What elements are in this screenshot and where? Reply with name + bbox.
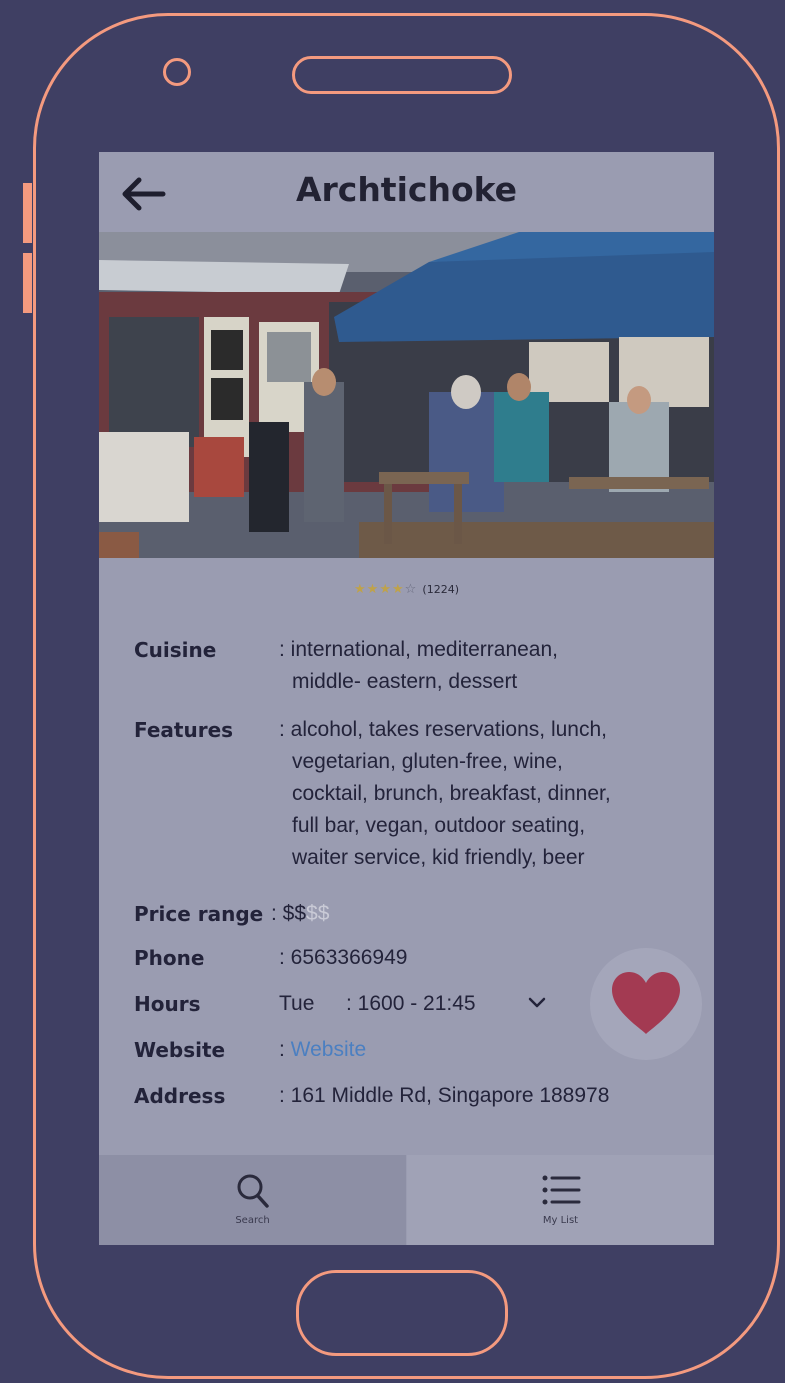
tab-my-list[interactable]: My List [407,1155,714,1245]
rating-summary: ★★★★☆ (1224) [99,582,714,597]
home-button[interactable] [296,1270,508,1356]
cuisine-label: Cuisine [134,638,217,662]
heart-icon [612,972,680,1034]
address-value: : 161 Middle Rd, Singapore 188978 [279,1084,610,1107]
speaker-grille [292,56,512,94]
review-count: (1224) [422,583,459,596]
price-active: $$ [282,902,307,925]
price-label: Price range [134,902,264,926]
price-prefix: : [271,902,283,925]
search-icon [237,1174,269,1208]
cuisine-line: : international, mediterranean, [279,638,558,661]
app-screen: Archtichoke ★★★★☆ (1224) Cuisine: inter… [99,152,714,1245]
features-value: : alcohol, takes reservations, lunch, ve… [279,714,699,874]
features-line: : alcohol, takes reservations, lunch, [279,718,608,741]
features-line: vegetarian, gluten-free, wine, [292,750,563,773]
bottom-tab-bar: Search My List [99,1155,714,1245]
phone-label: Phone [134,946,205,970]
cuisine-line: middle- eastern, dessert [292,670,518,693]
chevron-down-icon[interactable] [528,997,546,1009]
star-rating: ★★★★☆ [354,582,422,597]
features-line: waiter service, kid friendly, beer [292,846,585,869]
favorite-button[interactable] [590,948,702,1060]
page-title: Archtichoke [295,170,518,209]
features-line: cocktail, brunch, breakfast, dinner, [292,782,611,805]
volume-up-button [23,183,32,243]
features-label: Features [134,718,234,742]
tab-search-label: Search [235,1215,270,1226]
price-value: : $$$$ [271,898,691,930]
star-filled-icon: ★ [354,582,367,597]
tab-my-list-label: My List [542,1215,579,1226]
list-icon [542,1175,580,1205]
address-label: Address [134,1084,226,1108]
price-inactive: $$ [306,902,330,925]
front-camera [163,58,191,86]
cuisine-value: : international, mediterranean, middle- … [279,634,699,698]
star-filled-icon: ★ [366,582,380,597]
hours-day: Tue [279,992,315,1015]
star-filled-icon: ★ [379,582,392,597]
star-filled-icon: ★ [391,582,405,597]
restaurant-photo [99,232,714,558]
features-line: full bar, vegan, outdoor seating, [292,814,586,837]
hours-time: : 1600 - 21:45 [346,992,476,1015]
tab-search[interactable]: Search [99,1155,406,1245]
star-empty-icon: ☆ [404,582,418,597]
website-label: Website [134,1038,226,1062]
website-prefix: : [279,1038,291,1061]
header-bar: Archtichoke [99,152,714,232]
website-link[interactable]: Website [291,1038,366,1061]
hours-label: Hours [134,992,201,1016]
volume-down-button [23,253,32,313]
restaurant-photo-illustration [99,232,714,558]
